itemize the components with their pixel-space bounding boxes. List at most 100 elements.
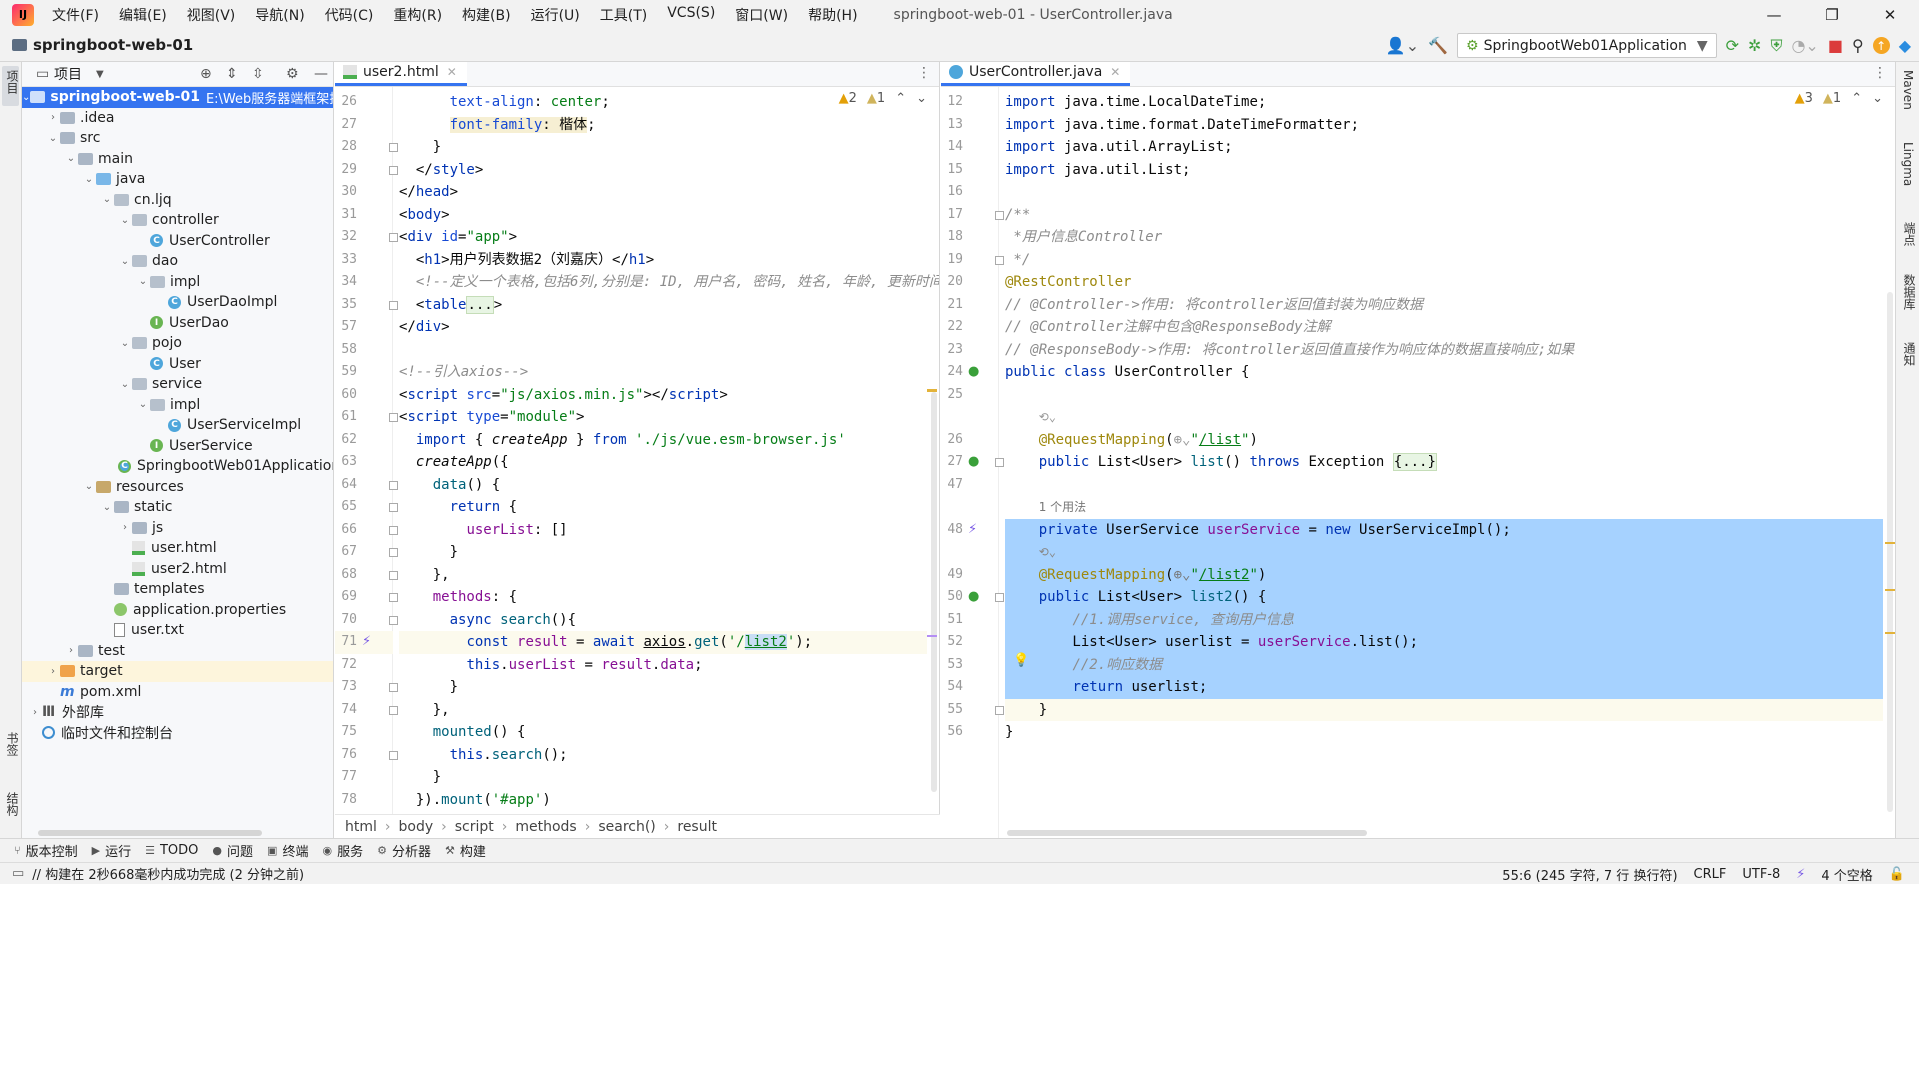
code-line[interactable]: }).mount('#app') <box>399 789 927 812</box>
notifications-tool-label[interactable]: 通知 <box>1901 342 1918 366</box>
line-number[interactable]: 35 <box>335 297 357 312</box>
fold-marker-icon[interactable] <box>995 255 1004 265</box>
tree-item[interactable]: ⌄ src <box>22 128 333 149</box>
code-line[interactable]: @RestController <box>1005 271 1883 294</box>
code-line[interactable]: <h1>用户列表数据2（刘嘉庆）</h1> <box>399 249 927 272</box>
fold-marker-icon[interactable] <box>389 615 398 625</box>
right-vertical-scrollbar[interactable] <box>1887 292 1893 812</box>
fold-marker-icon[interactable] <box>389 570 398 580</box>
code-line[interactable]: userList: [] <box>399 519 927 542</box>
fold-marker-icon[interactable] <box>389 750 398 760</box>
line-number[interactable]: 49 <box>941 567 963 582</box>
jetbrains-logo-icon[interactable]: ◆ <box>1899 37 1911 54</box>
line-number[interactable]: 12 <box>941 94 963 109</box>
fold-marker-icon[interactable] <box>389 503 398 512</box>
left-vertical-scrollbar[interactable] <box>931 392 937 792</box>
gear-icon[interactable]: ⚙ <box>286 66 299 82</box>
line-number[interactable]: 65 <box>335 499 357 514</box>
code-line[interactable]: methods: { <box>399 586 927 609</box>
chevron-right-icon[interactable]: › <box>118 522 132 533</box>
code-line[interactable]: import java.time.format.DateTimeFormatte… <box>1005 114 1883 137</box>
code-line[interactable]: <script type="module"> <box>399 406 927 429</box>
fold-marker-icon[interactable] <box>389 548 398 557</box>
tab-user2-html[interactable]: user2.html ✕ <box>335 62 467 86</box>
line-number[interactable]: 29 <box>335 162 357 177</box>
maximize-button[interactable]: ❐ <box>1803 0 1861 29</box>
tree-item[interactable]: ⌄ resources <box>22 477 333 498</box>
code-line[interactable] <box>1005 474 1883 497</box>
maven-tool-label[interactable]: Maven <box>1901 70 1915 110</box>
line-number[interactable]: 64 <box>335 477 357 492</box>
line-number[interactable]: 20 <box>941 274 963 289</box>
tree-item[interactable]: application.properties <box>22 600 333 621</box>
code-line[interactable]: } <box>399 766 927 789</box>
line-number[interactable]: 77 <box>335 769 357 784</box>
line-number[interactable]: 78 <box>335 792 357 807</box>
tree-root-row[interactable]: ⌄ springboot-web-01 E:\Web服务器端框架技术\spr <box>22 87 333 108</box>
close-button[interactable]: ✕ <box>1861 0 1919 29</box>
chevron-down-icon[interactable]: ⌄ <box>118 215 132 226</box>
chevron-right-icon[interactable]: › <box>64 645 78 656</box>
line-number[interactable]: 30 <box>335 184 357 199</box>
fold-marker-icon[interactable] <box>995 593 1004 602</box>
file-encoding[interactable]: UTF-8 <box>1742 867 1780 882</box>
code-line[interactable] <box>399 339 927 362</box>
chevron-right-icon[interactable]: › <box>46 112 60 123</box>
line-number[interactable]: 21 <box>941 297 963 312</box>
tree-item[interactable]: ⌄ main <box>22 149 333 170</box>
code-line[interactable]: */ <box>1005 249 1883 272</box>
tool-window-button[interactable]: ● 问题 <box>212 841 253 860</box>
menu-item[interactable]: 帮助(H) <box>798 5 867 25</box>
menu-item[interactable]: 重构(R) <box>383 5 452 25</box>
code-line[interactable]: public class UserController { <box>1005 361 1883 384</box>
line-number[interactable]: 71 <box>335 634 357 649</box>
line-number[interactable]: 47 <box>941 477 963 492</box>
line-number[interactable]: 28 <box>335 139 357 154</box>
code-line[interactable]: </head> <box>399 181 927 204</box>
line-number[interactable]: 74 <box>335 702 357 717</box>
line-number[interactable]: 69 <box>335 589 357 604</box>
line-number[interactable]: 22 <box>941 319 963 334</box>
line-number[interactable]: 73 <box>335 679 357 694</box>
tree-item[interactable]: user.txt <box>22 620 333 641</box>
line-number[interactable]: 75 <box>335 724 357 739</box>
fold-marker-icon[interactable] <box>389 300 398 310</box>
fold-marker-icon[interactable] <box>389 480 398 490</box>
code-line[interactable]: public List<User> list() throws Exceptio… <box>1005 451 1883 474</box>
collapse-all-icon[interactable]: ⇳ <box>252 66 264 82</box>
run-configuration-select[interactable]: ⚙ SpringbootWeb01Application ▼ <box>1457 33 1717 58</box>
tree-item[interactable]: m pom.xml <box>22 682 333 703</box>
line-number[interactable]: 62 <box>335 432 357 447</box>
project-tool-button[interactable]: 项目 <box>2 66 19 106</box>
build-hammer-icon[interactable]: 🔨 <box>1428 37 1448 54</box>
tree-item[interactable]: C SpringbootWeb01Application <box>22 456 333 477</box>
menu-item[interactable]: 运行(U) <box>521 5 590 25</box>
code-line[interactable]: public List<User> list2() { <box>1005 586 1883 609</box>
minimize-button[interactable]: — <box>1745 0 1803 29</box>
fold-marker-icon[interactable] <box>995 458 1004 467</box>
tree-item[interactable]: I UserDao <box>22 313 333 334</box>
chevron-down-icon[interactable]: ⌄ <box>46 133 60 144</box>
tab-usercontroller-java[interactable]: UserController.java ✕ <box>941 62 1131 86</box>
coverage-shield-icon[interactable]: ⛨ <box>1770 37 1782 54</box>
tree-item[interactable]: templates <box>22 579 333 600</box>
fold-marker-icon[interactable] <box>389 165 398 175</box>
fold-marker-icon[interactable] <box>389 413 398 422</box>
left-code-area[interactable]: text-align: center; font-family: 楷体; } <… <box>399 87 939 838</box>
line-number[interactable]: 48 <box>941 522 963 537</box>
line-number[interactable]: 14 <box>941 139 963 154</box>
tree-item[interactable]: I UserService <box>22 436 333 457</box>
code-line[interactable]: } <box>399 541 927 564</box>
menu-item[interactable]: 导航(N) <box>245 5 314 25</box>
code-line[interactable]: // @Controller注解中包含@ResponseBody注解 <box>1005 316 1883 339</box>
caret-position[interactable]: 55:6 (245 字符, 7 行 换行符) <box>1502 865 1677 884</box>
tree-item[interactable]: › Ⅲ 外部库 <box>22 702 333 723</box>
code-line[interactable]: <!--引入axios--> <box>399 361 927 384</box>
code-line[interactable]: font-family: 楷体; <box>399 114 927 137</box>
chevron-down-icon[interactable]: ⌄ <box>118 256 132 267</box>
menu-item[interactable]: 工具(T) <box>590 5 657 25</box>
breadcrumb-item[interactable]: body <box>399 819 434 835</box>
code-line[interactable]: createApp({ <box>399 451 927 474</box>
indent-setting[interactable]: 4 个空格 <box>1821 865 1872 884</box>
profiler-icon[interactable]: ◔⌄ <box>1791 37 1818 54</box>
